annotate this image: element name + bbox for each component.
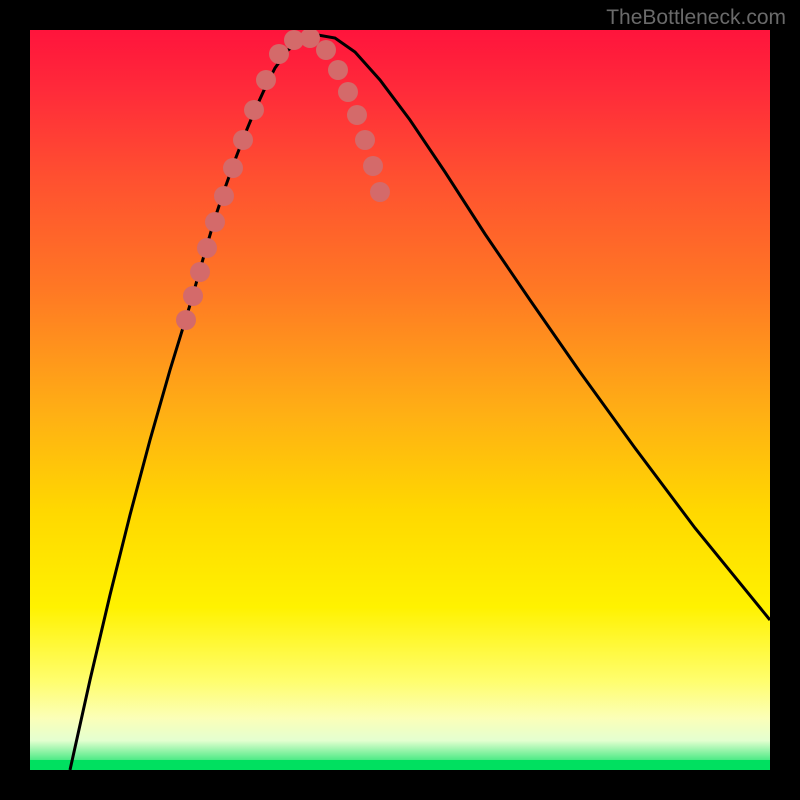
- curve-marker: [328, 60, 348, 80]
- curve-marker: [244, 100, 264, 120]
- curve-marker: [338, 82, 358, 102]
- curve-marker: [205, 212, 225, 232]
- watermark-text: TheBottleneck.com: [606, 6, 786, 30]
- plot-area: [30, 30, 770, 770]
- curve-marker: [269, 44, 289, 64]
- curve-marker: [223, 158, 243, 178]
- curve-layer: [30, 30, 770, 770]
- curve-marker: [214, 186, 234, 206]
- curve-marker: [370, 182, 390, 202]
- chart-stage: TheBottleneck.com: [0, 0, 800, 800]
- curve-marker: [316, 40, 336, 60]
- curve-marker: [347, 105, 367, 125]
- marker-group: [176, 30, 390, 330]
- curve-marker: [363, 156, 383, 176]
- curve-marker: [256, 70, 276, 90]
- curve-marker: [300, 30, 320, 48]
- curve-marker: [183, 286, 203, 306]
- curve-marker: [233, 130, 253, 150]
- curve-marker: [190, 262, 210, 282]
- curve-marker: [176, 310, 196, 330]
- curve-marker: [355, 130, 375, 150]
- curve-marker: [197, 238, 217, 258]
- bottleneck-curve: [70, 35, 770, 770]
